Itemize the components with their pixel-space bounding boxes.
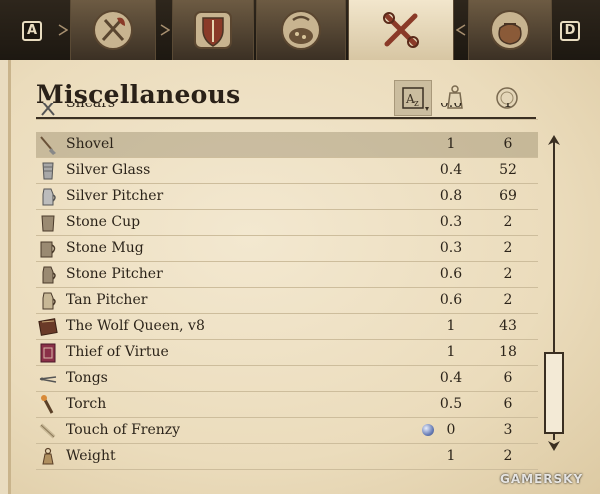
- tab-miscellaneous[interactable]: [348, 0, 454, 60]
- tab-arrow-icon: [160, 24, 170, 36]
- item-weight: 0.4: [439, 162, 463, 178]
- item-name: Stone Cup: [66, 214, 141, 230]
- item-weight: 0.5: [439, 396, 463, 412]
- scrollbar-thumb[interactable]: [544, 352, 564, 434]
- item-value: 1: [503, 103, 513, 111]
- item-weight: 0.6: [439, 266, 463, 282]
- item-weight: 1: [446, 344, 456, 360]
- tab-alchemy[interactable]: [256, 0, 346, 60]
- list-item[interactable]: Touch of Frenzy 0 3: [36, 418, 538, 444]
- tab-weapons[interactable]: [70, 0, 156, 60]
- list-item[interactable]: The Wolf Queen, v8 1 43: [36, 314, 538, 340]
- glass-icon: [42, 162, 54, 180]
- item-name: Shears: [66, 103, 116, 111]
- watermark: GAMERSKY: [500, 472, 584, 486]
- item-name: The Wolf Queen, v8: [66, 318, 205, 334]
- item-value: 2: [503, 448, 513, 464]
- category-tab-bar: A D: [0, 0, 600, 60]
- item-weight: 0.6: [439, 103, 463, 111]
- item-name: Stone Pitcher: [66, 266, 163, 282]
- item-name: Weight: [66, 448, 116, 464]
- pitcher-icon: [42, 292, 56, 310]
- item-name: Silver Glass: [66, 162, 151, 178]
- scroll-down-icon[interactable]: [547, 440, 561, 452]
- tab-arrow-icon: [58, 24, 68, 36]
- shears-icon: [41, 103, 55, 116]
- item-value: 3: [503, 422, 513, 438]
- item-name: Stone Mug: [66, 240, 144, 256]
- list-item[interactable]: Silver Pitcher 0.8 69: [36, 184, 538, 210]
- list-item[interactable]: Silver Glass 0.4 52: [36, 158, 538, 184]
- item-value: 6: [503, 396, 513, 412]
- item-weight: 0.4: [439, 370, 463, 386]
- mug-icon: [40, 241, 56, 258]
- inventory-screen: A D Miscellaneous A z Shears 0.6 1 Shove…: [0, 0, 600, 494]
- item-value: 52: [499, 162, 517, 178]
- weight-icon: [42, 447, 54, 465]
- item-value: 6: [503, 370, 513, 386]
- armor-icon: [194, 11, 232, 49]
- tongs-icon: [39, 376, 57, 383]
- prev-category-key[interactable]: A: [22, 21, 42, 41]
- list-item[interactable]: Tongs 0.4 6: [36, 366, 538, 392]
- sack-icon: [490, 10, 530, 50]
- item-weight: 1: [446, 318, 456, 334]
- cup-icon: [41, 215, 55, 232]
- item-name: Thief of Virtue: [66, 344, 169, 360]
- tab-armor[interactable]: [172, 0, 254, 60]
- item-value: 18: [499, 344, 517, 360]
- item-value: 2: [503, 240, 513, 256]
- list-item[interactable]: Thief of Virtue 1 18: [36, 340, 538, 366]
- tab-arrow-icon: [456, 24, 466, 36]
- tab-all-items[interactable]: [468, 0, 552, 60]
- alchemy-icon: [281, 10, 321, 50]
- weapons-icon: [93, 10, 133, 50]
- item-name: Tongs: [66, 370, 108, 386]
- list-item[interactable]: Stone Pitcher 0.6 2: [36, 262, 538, 288]
- item-weight: 0.3: [439, 240, 463, 256]
- list-item-selected[interactable]: Shovel 1 6: [36, 132, 538, 158]
- item-value: 2: [503, 214, 513, 230]
- item-value: 43: [499, 318, 517, 334]
- list-item[interactable]: Torch 0.5 6: [36, 392, 538, 418]
- item-value: 69: [499, 188, 517, 204]
- item-value: 2: [503, 266, 513, 282]
- item-weight: 0.3: [439, 214, 463, 230]
- item-name: Tan Pitcher: [66, 292, 148, 308]
- list-item[interactable]: Tan Pitcher 0.6 2: [36, 288, 538, 314]
- item-name: Shovel: [66, 136, 114, 152]
- item-name: Torch: [66, 396, 107, 412]
- book-icon: [38, 318, 58, 336]
- list-item[interactable]: Shears 0.6 1: [36, 103, 538, 120]
- book-icon: [40, 343, 56, 363]
- item-weight: 0.6: [439, 292, 463, 308]
- shovel-icon: [40, 136, 56, 155]
- list-item[interactable]: Stone Cup 0.3 2: [36, 210, 538, 236]
- item-value: 6: [503, 136, 513, 152]
- list-item[interactable]: Stone Mug 0.3 2: [36, 236, 538, 262]
- next-category-key[interactable]: D: [560, 21, 580, 41]
- pitcher-icon: [42, 266, 56, 284]
- item-weight: 0: [446, 422, 456, 438]
- list-item[interactable]: Weight 1 2: [36, 444, 538, 470]
- item-value: 2: [503, 292, 513, 308]
- item-weight: 1: [446, 136, 456, 152]
- pitcher-icon: [42, 188, 56, 206]
- scroll-icon: [39, 423, 56, 439]
- misc-tools-icon: [383, 12, 419, 48]
- item-name: Silver Pitcher: [66, 188, 164, 204]
- item-weight: 1: [446, 448, 456, 464]
- item-weight: 0.8: [439, 188, 463, 204]
- torch-icon: [41, 395, 54, 414]
- item-name: Touch of Frenzy: [66, 422, 181, 438]
